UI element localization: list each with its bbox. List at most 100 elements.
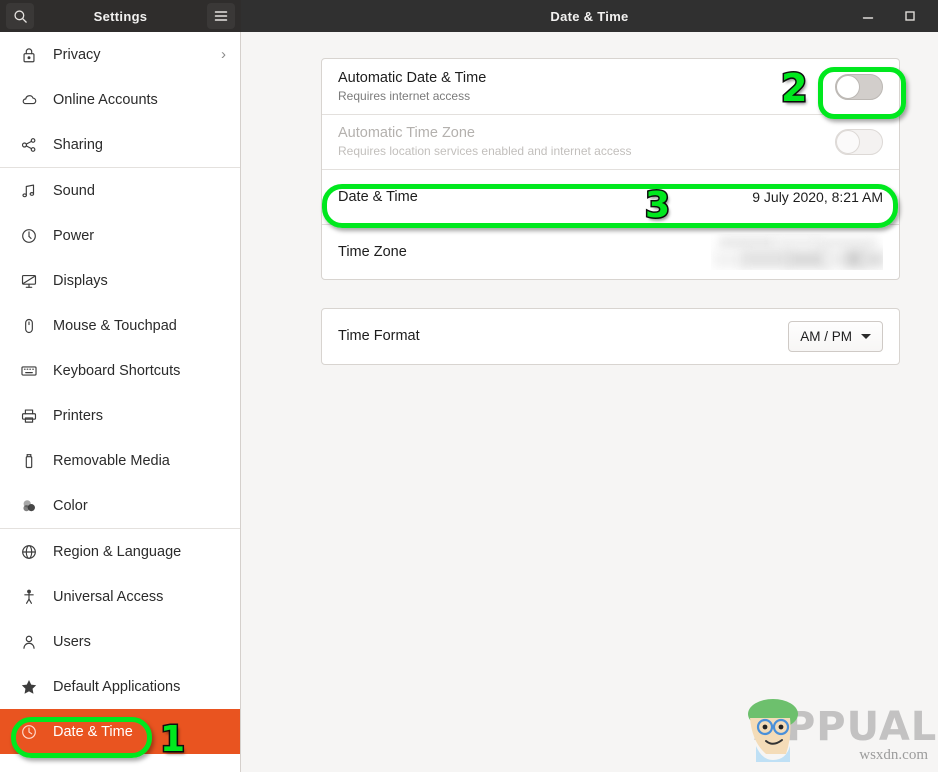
chevron-down-icon xyxy=(861,334,871,339)
time-format-title: Time Format xyxy=(338,328,420,345)
sidebar-item-keyboard-shortcuts[interactable]: Keyboard Shortcuts xyxy=(0,348,240,393)
sidebar-item-label: Region & Language xyxy=(53,543,182,560)
maximize-button[interactable] xyxy=(902,8,918,24)
color-circles-icon xyxy=(18,497,40,515)
monitor-icon xyxy=(21,274,37,288)
accessibility-icon xyxy=(18,588,40,606)
sidebar-item-displays[interactable]: Displays xyxy=(0,258,240,303)
share-nodes-icon xyxy=(21,137,36,152)
title-bar: Settings Date & Time xyxy=(0,0,938,32)
lock-icon xyxy=(18,46,40,64)
clock-icon xyxy=(22,724,36,739)
music-note-icon xyxy=(22,183,35,197)
automatic-time-zone-title: Automatic Time Zone xyxy=(338,125,475,142)
sidebar-item-label: Online Accounts xyxy=(53,91,158,108)
toggle-knob xyxy=(836,130,860,154)
power-icon xyxy=(18,227,40,245)
chevron-right-icon: › xyxy=(221,46,226,63)
music-note-icon xyxy=(18,182,40,200)
minimize-icon xyxy=(862,17,874,19)
maximize-icon xyxy=(905,11,915,21)
sidebar-header: Settings xyxy=(0,0,241,32)
sidebar-item-default-applications[interactable]: Default Applications xyxy=(0,664,240,709)
sidebar-item-date-time[interactable]: Date & Time xyxy=(0,709,240,754)
keyboard-icon xyxy=(21,365,37,376)
sidebar-item-removable-media[interactable]: Removable Media xyxy=(0,438,240,483)
automatic-date-time-row[interactable]: Automatic Date & Time Requires internet … xyxy=(322,59,899,114)
time-zone-value-redacted xyxy=(711,234,883,270)
usb-drive-icon xyxy=(25,453,33,468)
sidebar-item-label: Date & Time xyxy=(53,723,133,740)
sidebar-item-mouse-touchpad[interactable]: Mouse & Touchpad xyxy=(0,303,240,348)
automatic-date-time-toggle[interactable] xyxy=(835,73,883,100)
sidebar-item-color[interactable]: Color xyxy=(0,483,240,528)
time-format-dropdown[interactable]: AM / PM xyxy=(788,321,883,352)
sidebar-item-label: Removable Media xyxy=(53,452,170,469)
accessibility-icon xyxy=(24,589,34,604)
share-nodes-icon xyxy=(18,136,40,154)
sidebar-item-online-accounts[interactable]: Online Accounts xyxy=(0,77,240,122)
sidebar-item-label: Sharing xyxy=(53,136,103,153)
main-content: Automatic Date & Time Requires internet … xyxy=(241,32,938,772)
sidebar-item-label: Displays xyxy=(53,272,108,289)
settings-sidebar[interactable]: Privacy › Online Accounts Sharing Sound Power… xyxy=(0,32,241,772)
hamburger-menu-icon xyxy=(214,11,228,21)
globe-icon xyxy=(22,544,36,559)
automatic-date-time-title: Automatic Date & Time xyxy=(338,69,487,86)
minimize-button[interactable] xyxy=(860,8,876,24)
sidebar-item-universal-access[interactable]: Universal Access xyxy=(0,574,240,619)
search-button[interactable] xyxy=(6,3,34,29)
sidebar-item-label: Keyboard Shortcuts xyxy=(53,362,181,379)
color-circles-icon xyxy=(23,499,35,511)
window-header: Date & Time xyxy=(241,0,938,32)
window-title: Date & Time xyxy=(550,8,629,24)
time-format-selected-value: AM / PM xyxy=(800,329,852,344)
time-zone-row[interactable]: Time Zone xyxy=(322,224,899,279)
sidebar-item-label: Printers xyxy=(53,407,103,424)
sidebar-item-sharing[interactable]: Sharing xyxy=(0,122,240,167)
keyboard-icon xyxy=(18,362,40,380)
printer-icon xyxy=(18,407,40,425)
person-icon xyxy=(23,635,35,649)
settings-window: Settings Date & Time Privacy › Online Ac… xyxy=(0,0,938,772)
time-format-card: Time Format AM / PM xyxy=(321,308,900,365)
automatic-time-zone-toggle xyxy=(835,129,883,155)
printer-icon xyxy=(21,408,37,423)
usb-drive-icon xyxy=(18,452,40,470)
globe-icon xyxy=(18,543,40,561)
sidebar-title: Settings xyxy=(93,8,148,24)
toggle-knob xyxy=(836,74,860,99)
sidebar-item-privacy[interactable]: Privacy › xyxy=(0,32,240,77)
cloud-icon xyxy=(18,91,40,109)
lock-icon xyxy=(23,47,35,62)
automatic-time-zone-subtitle: Requires location services enabled and i… xyxy=(338,144,632,159)
sidebar-item-region-language[interactable]: Region & Language xyxy=(0,529,240,574)
mouse-icon xyxy=(18,317,40,335)
search-icon xyxy=(13,9,27,23)
time-zone-title: Time Zone xyxy=(338,243,407,260)
sidebar-item-label: Color xyxy=(53,497,88,514)
automatic-date-time-subtitle: Requires internet access xyxy=(338,88,471,103)
sidebar-item-power[interactable]: Power xyxy=(0,213,240,258)
monitor-icon xyxy=(18,272,40,290)
sidebar-item-label: Universal Access xyxy=(53,588,164,605)
date-time-title: Date & Time xyxy=(338,188,418,205)
menu-button[interactable] xyxy=(207,3,235,29)
sidebar-item-label: Sound xyxy=(53,182,95,199)
mouse-icon xyxy=(25,318,33,333)
sidebar-item-sound[interactable]: Sound xyxy=(0,168,240,213)
date-time-value: 9 July 2020, 8:21 AM xyxy=(752,189,883,205)
sidebar-item-label: Power xyxy=(53,227,95,244)
datetime-settings-card: Automatic Date & Time Requires internet … xyxy=(321,58,900,280)
sidebar-item-users[interactable]: Users xyxy=(0,619,240,664)
sidebar-item-label: Default Applications xyxy=(53,678,181,695)
cloud-icon xyxy=(22,94,37,104)
date-time-row[interactable]: Date & Time 9 July 2020, 8:21 AM xyxy=(322,169,899,224)
time-format-row[interactable]: Time Format AM / PM xyxy=(322,309,899,364)
sidebar-item-label: Privacy xyxy=(53,46,101,63)
power-icon xyxy=(22,228,36,243)
sidebar-item-printers[interactable]: Printers xyxy=(0,393,240,438)
sidebar-item-label: Mouse & Touchpad xyxy=(53,317,177,334)
star-icon xyxy=(18,678,40,696)
automatic-time-zone-row: Automatic Time Zone Requires location se… xyxy=(322,114,899,169)
